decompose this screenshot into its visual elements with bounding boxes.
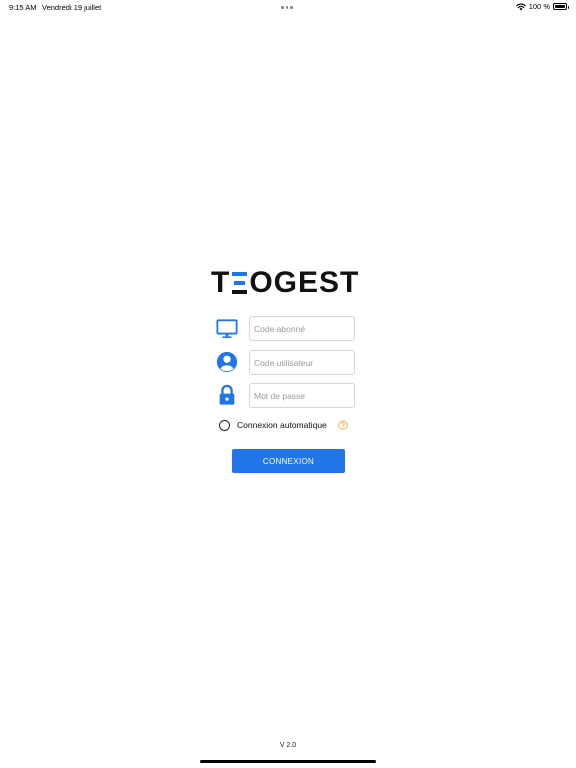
password-input[interactable]	[249, 383, 355, 408]
status-bar: 9:15 AM Vendredi 19 juillet 100 %	[0, 0, 576, 14]
auto-login-row[interactable]: Connexion automatique	[219, 419, 327, 431]
lock-icon	[219, 384, 235, 405]
battery-icon	[553, 3, 569, 10]
help-icon[interactable]	[338, 420, 348, 430]
user-icon	[216, 351, 238, 373]
logo-e-mark	[232, 272, 248, 294]
status-date: Vendredi 19 juillet	[42, 3, 102, 12]
subscriber-code-input[interactable]	[249, 316, 355, 341]
teogest-logo: T OGEST	[211, 268, 365, 298]
auto-login-checkbox[interactable]	[219, 419, 230, 431]
auto-login-label: Connexion automatique	[237, 420, 327, 430]
status-right: 100 %	[515, 2, 569, 11]
multitasking-dots-icon[interactable]	[281, 6, 293, 9]
status-time: 9:15 AM	[9, 3, 37, 12]
logo-suffix: OGEST	[249, 266, 360, 299]
user-code-input[interactable]	[249, 350, 355, 375]
battery-percent: 100 %	[528, 2, 550, 11]
wifi-icon	[515, 3, 526, 10]
logo-prefix: T	[211, 266, 231, 299]
monitor-icon	[216, 319, 238, 338]
connexion-button[interactable]: CONNEXION	[232, 449, 345, 473]
home-indicator[interactable]	[200, 760, 376, 763]
battery-level	[555, 5, 565, 8]
app-version: V 2.0	[279, 742, 297, 749]
